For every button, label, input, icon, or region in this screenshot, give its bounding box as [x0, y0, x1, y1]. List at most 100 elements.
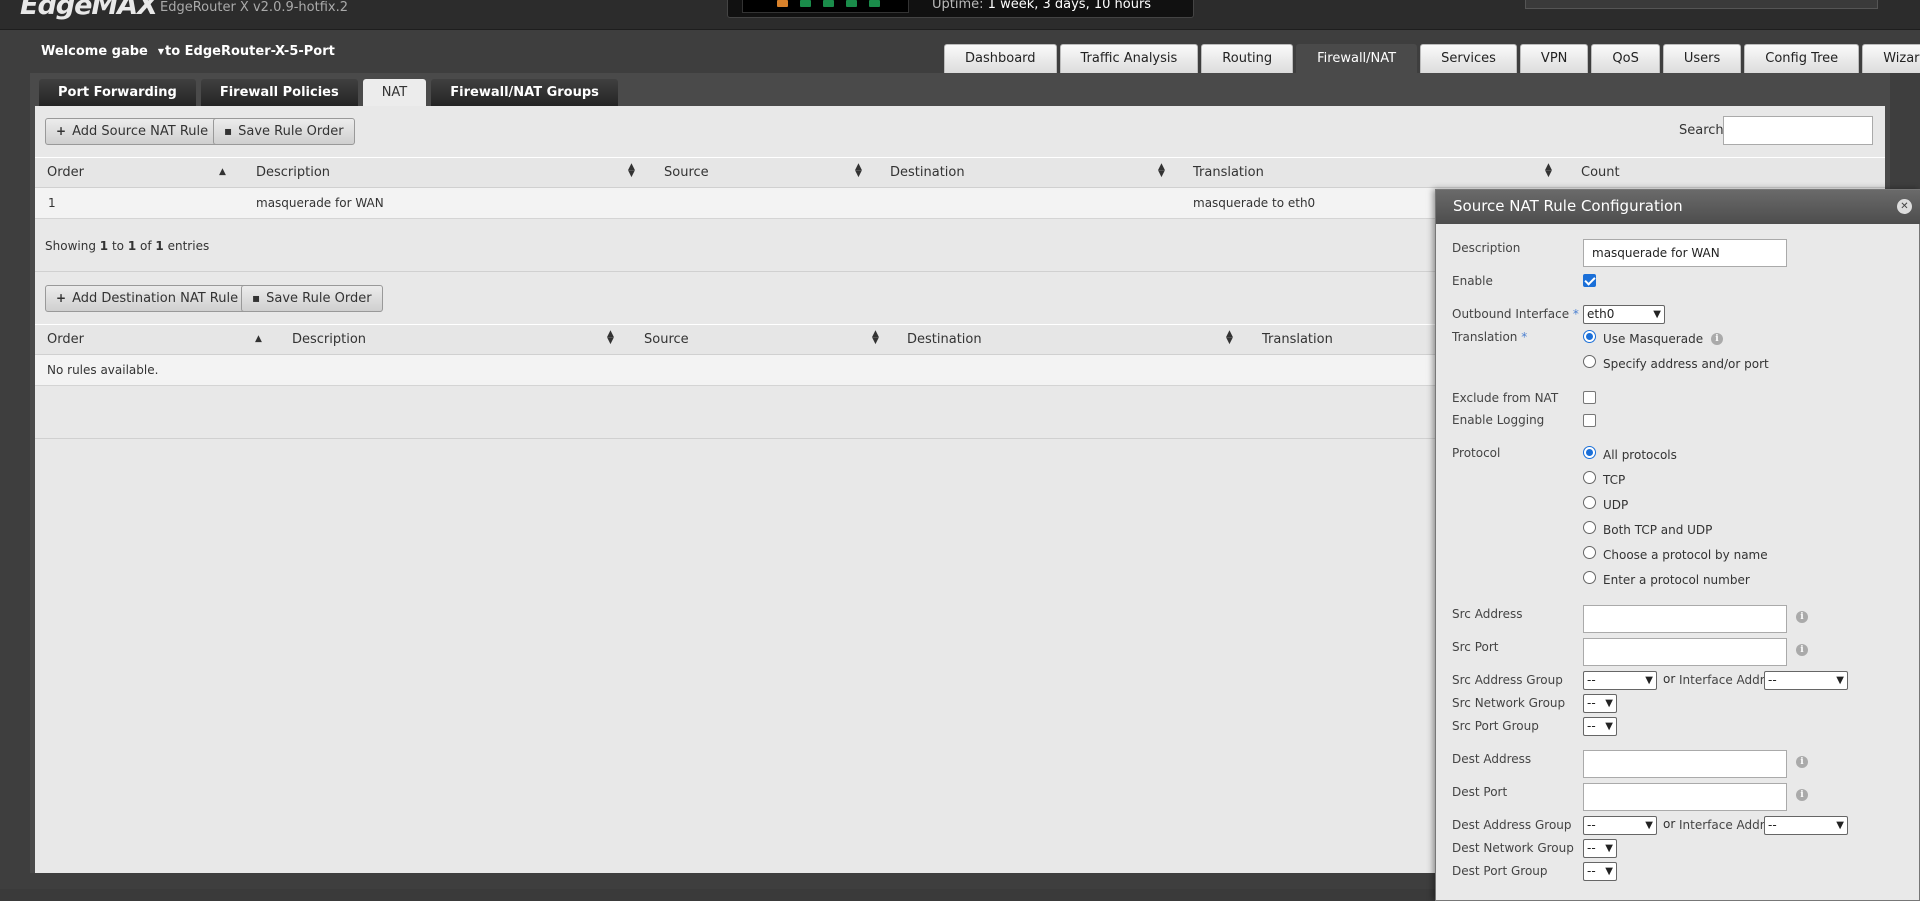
- tab-nat[interactable]: NAT: [362, 79, 427, 107]
- top-right-toolbar[interactable]: [1525, 0, 1878, 9]
- src-port-label: Src Port: [1452, 640, 1499, 654]
- enable-checkbox[interactable]: [1583, 274, 1596, 287]
- dest-port-group-value: --: [1587, 864, 1596, 878]
- dest-interface-addr-select[interactable]: -- ▼: [1764, 816, 1848, 835]
- protocol-udp-label: UDP: [1603, 498, 1629, 512]
- info-icon[interactable]: i: [1796, 756, 1808, 768]
- col-description[interactable]: Description: [256, 165, 330, 180]
- enable-logging-checkbox[interactable]: [1583, 414, 1596, 427]
- src-address-field[interactable]: [1583, 605, 1787, 633]
- search-input[interactable]: [1723, 116, 1873, 145]
- interface-addr-label: Interface Addr: [1679, 818, 1765, 832]
- protocol-tcp-radio[interactable]: [1583, 471, 1596, 484]
- nav-config-tree[interactable]: Config Tree: [1744, 44, 1860, 73]
- col-translation[interactable]: Translation: [1262, 332, 1333, 347]
- dest-port-field[interactable]: [1583, 783, 1787, 811]
- info-icon[interactable]: i: [1796, 789, 1808, 801]
- save-icon: ▪: [252, 291, 261, 305]
- src-network-group-select[interactable]: -- ▼: [1583, 694, 1617, 713]
- close-icon[interactable]: ✕: [1897, 199, 1912, 214]
- dest-port-group-select[interactable]: -- ▼: [1583, 862, 1617, 881]
- tab-firewall-nat-groups[interactable]: Firewall/NAT Groups: [431, 79, 618, 107]
- status-box: Uptime: 1 week, 3 days, 10 hours: [727, 0, 1194, 18]
- protocol-both-radio[interactable]: [1583, 521, 1596, 534]
- save-icon: ▪: [224, 124, 233, 138]
- dest-address-group-select[interactable]: -- ▼: [1583, 816, 1657, 835]
- nav-traffic-analysis[interactable]: Traffic Analysis: [1059, 44, 1199, 73]
- device-name: to EdgeRouter-X-5-Port: [165, 44, 335, 59]
- src-address-group-select[interactable]: -- ▼: [1583, 671, 1657, 690]
- outbound-interface-value: eth0: [1587, 307, 1615, 321]
- col-destination[interactable]: Destination: [907, 332, 982, 347]
- port-led-icon: [800, 0, 811, 7]
- col-description[interactable]: Description: [292, 332, 366, 347]
- add-source-nat-rule-button[interactable]: + Add Source NAT Rule: [45, 118, 220, 145]
- info-icon[interactable]: i: [1711, 333, 1723, 345]
- dest-port-label: Dest Port: [1452, 785, 1508, 799]
- save-rule-order-label: Save Rule Order: [266, 291, 372, 306]
- col-source[interactable]: Source: [664, 165, 709, 180]
- src-interface-addr-value: --: [1768, 673, 1777, 687]
- chevron-down-icon: ▼: [1653, 309, 1661, 320]
- nav-users[interactable]: Users: [1662, 44, 1742, 73]
- showing-to-word: to: [111, 239, 124, 253]
- main-nav: Dashboard Traffic Analysis Routing Firew…: [944, 44, 1920, 73]
- nav-services[interactable]: Services: [1420, 44, 1517, 73]
- exclude-from-nat-checkbox[interactable]: [1583, 391, 1596, 404]
- row-description: masquerade for WAN: [256, 196, 384, 210]
- nav-wizards[interactable]: Wizards: [1862, 44, 1920, 73]
- col-order[interactable]: Order: [47, 165, 84, 180]
- info-icon[interactable]: i: [1796, 611, 1808, 623]
- chevron-down-icon: ▼: [1645, 820, 1653, 831]
- col-source[interactable]: Source: [644, 332, 689, 347]
- protocol-number-radio[interactable]: [1583, 571, 1596, 584]
- protocol-by-name-radio[interactable]: [1583, 546, 1596, 559]
- outbound-interface-label: Outbound Interface *: [1452, 307, 1579, 321]
- description-label: Description: [1452, 241, 1521, 255]
- sort-asc-icon: ▲: [255, 334, 262, 344]
- nav-qos[interactable]: QoS: [1591, 44, 1660, 73]
- description-field[interactable]: masquerade for WAN: [1583, 239, 1787, 267]
- col-order[interactable]: Order: [47, 332, 84, 347]
- col-translation[interactable]: Translation: [1193, 165, 1264, 180]
- src-interface-addr-select[interactable]: -- ▼: [1764, 671, 1848, 690]
- dest-address-group-label: Dest Address Group: [1452, 818, 1572, 832]
- chevron-down-icon: ▼: [1605, 698, 1613, 709]
- src-port-group-label: Src Port Group: [1452, 719, 1539, 733]
- nav-vpn[interactable]: VPN: [1519, 44, 1589, 73]
- translation-text: Translation: [1452, 330, 1518, 344]
- save-source-rule-order-button[interactable]: ▪ Save Rule Order: [213, 118, 355, 145]
- info-icon[interactable]: i: [1796, 644, 1808, 656]
- col-destination[interactable]: Destination: [890, 165, 965, 180]
- showing-total: 1: [155, 239, 164, 253]
- src-port-field[interactable]: [1583, 638, 1787, 666]
- use-masquerade-label: Use Masquerade: [1603, 332, 1704, 346]
- save-dest-rule-order-button[interactable]: ▪ Save Rule Order: [241, 285, 383, 312]
- tab-firewall-policies[interactable]: Firewall Policies: [200, 79, 358, 107]
- plus-icon: +: [56, 291, 67, 305]
- port-status-panel: [742, 0, 909, 13]
- nav-dashboard[interactable]: Dashboard: [944, 44, 1057, 73]
- src-address-label: Src Address: [1452, 607, 1523, 621]
- user-menu[interactable]: Welcome gabe ▼: [41, 44, 164, 59]
- protocol-all-radio[interactable]: [1583, 446, 1596, 459]
- nav-routing[interactable]: Routing: [1201, 44, 1294, 73]
- dest-address-group-value: --: [1587, 818, 1596, 832]
- add-destination-nat-rule-button[interactable]: + Add Destination NAT Rule: [45, 285, 250, 312]
- src-network-group-label: Src Network Group: [1452, 696, 1566, 710]
- col-count[interactable]: Count: [1581, 165, 1620, 180]
- dest-address-field[interactable]: [1583, 750, 1787, 778]
- dest-network-group-label: Dest Network Group: [1452, 841, 1574, 855]
- specify-address-radio[interactable]: [1583, 355, 1596, 368]
- tab-port-forwarding[interactable]: Port Forwarding: [39, 79, 196, 107]
- outbound-interface-select[interactable]: eth0 ▼: [1583, 305, 1665, 324]
- dest-network-group-select[interactable]: -- ▼: [1583, 839, 1617, 858]
- src-port-group-select[interactable]: -- ▼: [1583, 717, 1617, 736]
- protocol-udp-radio[interactable]: [1583, 496, 1596, 509]
- nav-firewall-nat[interactable]: Firewall/NAT: [1296, 44, 1418, 73]
- port-led-icon: [869, 0, 880, 7]
- firmware-version: EdgeRouter X v2.0.9-hotfix.2: [160, 0, 349, 15]
- chevron-down-icon: ▼: [1836, 820, 1844, 831]
- use-masquerade-radio[interactable]: [1583, 330, 1596, 343]
- showing-entries: Showing 1 to 1 of 1 entries: [45, 239, 209, 253]
